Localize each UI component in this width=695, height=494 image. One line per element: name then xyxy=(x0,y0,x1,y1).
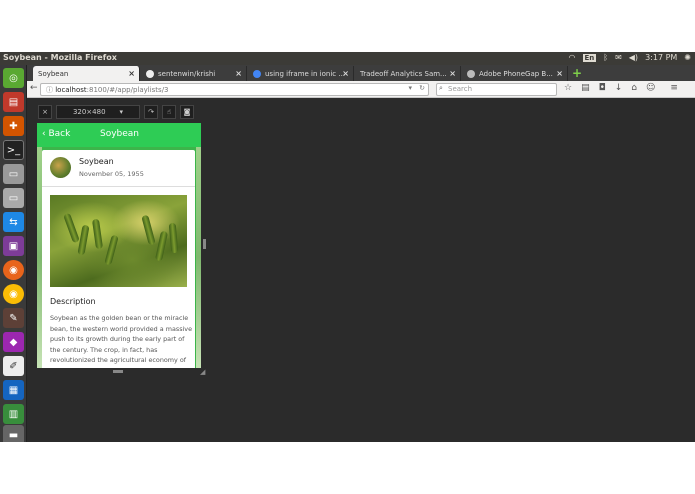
tab-phonegap[interactable]: Adobe PhoneGap B... × xyxy=(462,66,568,81)
volume-icon[interactable]: ◀) xyxy=(629,53,638,62)
terminal-icon[interactable]: >_ xyxy=(3,140,24,160)
url-bar[interactable]: ⓘ localhost:8100/#/app/playlists/3 ▾ ↻ xyxy=(40,83,429,96)
text-editor-icon[interactable]: ✐ xyxy=(3,356,24,376)
description-title: Description xyxy=(50,297,96,306)
url-path: :8100/#/app/playlists/3 xyxy=(86,86,169,94)
item-date: November 05, 1955 xyxy=(79,170,144,178)
bluetooth-icon[interactable]: ᛒ xyxy=(603,53,608,62)
chat-icon[interactable]: ☺ xyxy=(646,83,655,93)
resize-handle-vertical[interactable] xyxy=(203,239,206,249)
card-header: Soybean November 05, 1955 xyxy=(42,150,195,187)
detail-card: Soybean November 05, 1955 Description So… xyxy=(42,150,195,368)
search-icon: ⌕ xyxy=(439,84,443,92)
rotate-icon[interactable]: ↷ xyxy=(144,105,158,119)
tab-label: Soybean xyxy=(38,69,69,78)
keyboard-layout[interactable]: En xyxy=(582,53,597,62)
clock[interactable]: 3:17 PM xyxy=(645,53,677,62)
close-icon[interactable]: × xyxy=(235,69,242,78)
pod-shape xyxy=(91,218,104,250)
pod-shape xyxy=(77,224,90,256)
desktop-screen: Soybean - Mozilla Firefox ◠ En ᛒ ✉ ◀) 3:… xyxy=(0,52,695,442)
navigation-bar: ← ⓘ localhost:8100/#/app/playlists/3 ▾ ↻… xyxy=(27,81,695,98)
chrome-icon[interactable]: ◉ xyxy=(3,284,24,304)
pod-shape xyxy=(154,230,169,262)
firefox-icon[interactable]: ◉ xyxy=(3,260,24,280)
trash-icon[interactable]: ▬ xyxy=(3,425,24,442)
reading-list-icon[interactable]: ▤ xyxy=(581,83,590,93)
system-tray: ◠ En ᛒ ✉ ◀) 3:17 PM ✺ xyxy=(569,53,691,62)
home-icon[interactable]: ⌂ xyxy=(631,83,637,93)
info-icon[interactable]: ⓘ xyxy=(46,86,55,94)
close-icon[interactable]: × xyxy=(128,69,135,78)
tab-tradeoff[interactable]: Tradeoff Analytics Sam... × xyxy=(355,66,461,81)
new-tab-plus-icon[interactable]: + xyxy=(572,66,582,80)
back-button[interactable]: ‹ Back xyxy=(42,129,70,139)
app-icon[interactable]: ◆ xyxy=(3,332,24,352)
tab-google[interactable]: using iframe in ionic ... × xyxy=(248,66,354,81)
tab-bar: Soybean × sentenwin/krishi × using ifram… xyxy=(27,65,695,81)
bookmark-star-icon[interactable]: ☆ xyxy=(564,83,572,93)
files-icon[interactable]: ▤ xyxy=(3,92,24,112)
tab-soybean[interactable]: Soybean × xyxy=(33,66,140,81)
software-center-icon[interactable]: ✚ xyxy=(3,116,24,136)
tab-label: using iframe in ionic ... xyxy=(265,69,346,78)
responsive-design-toolbar: × 320×480 ▾ ↷ ☝ ◙ xyxy=(38,105,194,119)
github-icon xyxy=(146,69,154,78)
teamviewer-icon[interactable]: ⇆ xyxy=(3,212,24,232)
dropdown-arrow-icon[interactable]: ▾ xyxy=(408,84,412,92)
app-title: Soybean xyxy=(100,129,140,139)
search-placeholder: Search xyxy=(448,85,473,93)
touch-icon[interactable]: ☝ xyxy=(162,105,176,119)
search-input[interactable]: ⌕ Search xyxy=(436,83,557,96)
pod-shape xyxy=(168,222,179,254)
avatar xyxy=(50,157,71,178)
resize-corner-icon[interactable]: ◢ xyxy=(200,368,205,376)
description-text: Soybean as the golden bean or the miracl… xyxy=(50,314,192,368)
app-header: ‹ Back Soybean xyxy=(37,123,201,147)
tab-label: Tradeoff Analytics Sam... xyxy=(360,69,447,78)
tab-github[interactable]: sentenwin/krishi × xyxy=(141,66,247,81)
drive-icon-2[interactable]: ▭ xyxy=(3,188,24,208)
tab-label: sentenwin/krishi xyxy=(158,69,216,78)
phone-viewport: ‹ Back Soybean Soybean November 05, 1955… xyxy=(37,123,201,368)
pod-shape xyxy=(141,214,156,246)
background-strip xyxy=(196,147,201,368)
settings-gear-icon[interactable]: ✺ xyxy=(684,53,691,62)
close-icon[interactable]: × xyxy=(449,69,456,78)
soybean-photo xyxy=(50,195,187,287)
toolbar-icons: ☆ ▤ ◘ ↓ ⌂ ☺ ≡ xyxy=(564,83,678,93)
launcher: ◎ ▤ ✚ >_ ▭ ▭ ⇆ ▣ ◉ ◉ ✎ ◆ ✐ ▦ ▥ ▬ xyxy=(0,65,27,442)
chevron-down-icon: ▾ xyxy=(119,108,124,116)
menu-icon[interactable]: ≡ xyxy=(670,83,678,93)
reload-icon[interactable]: ↻ xyxy=(419,84,425,92)
editor-icon[interactable]: ✎ xyxy=(3,308,24,328)
item-name: Soybean xyxy=(79,157,114,166)
window-title-bar: Soybean - Mozilla Firefox ◠ En ᛒ ✉ ◀) 3:… xyxy=(0,52,695,65)
screenshot-camera-icon[interactable]: ◙ xyxy=(180,105,194,119)
pod-shape xyxy=(104,234,119,266)
size-label: 320×480 xyxy=(72,108,106,116)
window-title: Soybean - Mozilla Firefox xyxy=(3,53,117,62)
pod-shape xyxy=(63,212,80,244)
tab-label: Adobe PhoneGap B... xyxy=(479,69,553,78)
writer-icon[interactable]: ▦ xyxy=(3,380,24,400)
resize-handle-horizontal[interactable] xyxy=(113,370,123,373)
pocket-icon[interactable]: ◘ xyxy=(599,83,606,93)
size-select[interactable]: 320×480 ▾ xyxy=(56,105,140,119)
wifi-icon[interactable]: ◠ xyxy=(569,53,576,62)
back-arrow-icon[interactable]: ← xyxy=(30,83,38,93)
download-icon[interactable]: ↓ xyxy=(615,83,623,93)
mail-icon[interactable]: ✉ xyxy=(615,53,622,62)
phonegap-icon xyxy=(467,69,475,78)
url-host: localhost xyxy=(55,86,87,94)
google-icon xyxy=(253,69,261,78)
close-icon[interactable]: × xyxy=(556,69,563,78)
close-icon[interactable]: × xyxy=(342,69,349,78)
dash-home-icon[interactable]: ◎ xyxy=(3,68,24,88)
drive-icon[interactable]: ▭ xyxy=(3,164,24,184)
close-responsive-icon[interactable]: × xyxy=(38,105,52,119)
calc-icon[interactable]: ▥ xyxy=(3,404,24,424)
back-label: Back xyxy=(48,129,71,139)
remote-icon[interactable]: ▣ xyxy=(3,236,24,256)
